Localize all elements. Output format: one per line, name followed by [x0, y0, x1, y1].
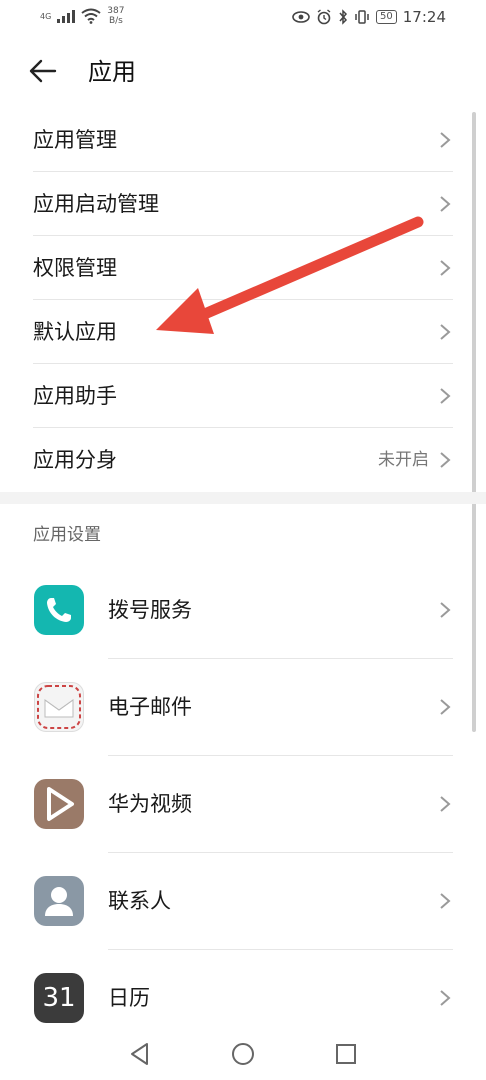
- app-item-label: 电子邮件: [108, 695, 192, 719]
- chevron-right-icon: [440, 324, 451, 340]
- chevron-right-icon: [440, 388, 451, 404]
- menu-item-app-management[interactable]: 应用管理: [33, 108, 453, 172]
- email-icon: [34, 682, 84, 732]
- menu-item-label: 应用分身: [33, 448, 117, 472]
- chevron-right-icon: [440, 796, 451, 812]
- app-item-label: 日历: [108, 986, 150, 1010]
- app-item-label: 华为视频: [108, 792, 192, 816]
- app-item-huawei-video[interactable]: 华为视频: [0, 756, 486, 853]
- wifi-icon: [81, 8, 101, 24]
- vibrate-icon: [355, 10, 369, 24]
- chevron-right-icon: [440, 196, 451, 212]
- app-bar: 应用: [0, 40, 486, 104]
- app-menu-list: 应用管理 应用启动管理 权限管理 默认应用 应用助手 应用分身 未开启: [0, 108, 486, 492]
- menu-item-default-apps[interactable]: 默认应用: [33, 300, 453, 364]
- chevron-right-icon: [440, 893, 451, 909]
- net-speed-value: 387: [107, 6, 125, 16]
- menu-item-label: 应用管理: [33, 128, 117, 152]
- status-bar: 4G 387 B/s 50 17:24: [0, 0, 486, 36]
- bluetooth-icon: [339, 9, 348, 25]
- network-type: 4G: [40, 11, 52, 21]
- menu-item-label: 应用助手: [33, 384, 117, 408]
- app-item-email[interactable]: 电子邮件: [0, 659, 486, 756]
- chevron-right-icon: [440, 260, 451, 276]
- section-divider: [0, 492, 486, 504]
- app-item-label: 拨号服务: [108, 598, 192, 622]
- nav-home-button[interactable]: [229, 1040, 257, 1068]
- chevron-right-icon: [440, 132, 451, 148]
- signal-icon: [57, 9, 76, 23]
- chevron-right-icon: [440, 602, 451, 618]
- status-left: 4G 387 B/s: [40, 6, 124, 26]
- app-item-dialer[interactable]: 拨号服务: [0, 562, 486, 659]
- page-title: 应用: [88, 58, 136, 86]
- menu-item-label: 应用启动管理: [33, 192, 159, 216]
- status-right: 50 17:24: [292, 8, 446, 26]
- menu-item-label: 默认应用: [33, 320, 117, 344]
- system-nav-bar: [0, 1028, 486, 1080]
- section-header: 应用设置: [33, 525, 101, 545]
- app-item-label: 联系人: [108, 889, 171, 913]
- battery-icon: 50: [376, 10, 397, 24]
- menu-item-app-assistant[interactable]: 应用助手: [33, 364, 453, 428]
- nav-recents-button[interactable]: [332, 1040, 360, 1068]
- alarm-icon: [317, 9, 331, 25]
- video-icon: [34, 779, 84, 829]
- menu-item-permission-management[interactable]: 权限管理: [33, 236, 453, 300]
- menu-item-status: 未开启: [378, 450, 429, 470]
- contacts-icon: [34, 876, 84, 926]
- eye-icon: [292, 11, 310, 23]
- chevron-right-icon: [440, 990, 451, 1006]
- net-speed-unit: B/s: [108, 16, 123, 26]
- net-speed: 387 B/s: [107, 6, 124, 26]
- chevron-right-icon: [440, 452, 451, 468]
- clock: 17:24: [402, 8, 446, 26]
- phone-icon: [34, 585, 84, 635]
- back-arrow-icon: [29, 59, 57, 83]
- back-button[interactable]: [28, 54, 68, 90]
- chevron-right-icon: [440, 699, 451, 715]
- app-item-contacts[interactable]: 联系人: [0, 853, 486, 950]
- menu-item-app-twin[interactable]: 应用分身 未开启: [33, 428, 453, 492]
- nav-back-button[interactable]: [126, 1040, 154, 1068]
- menu-item-label: 权限管理: [33, 256, 117, 280]
- menu-item-startup-management[interactable]: 应用启动管理: [33, 172, 453, 236]
- app-settings-list: 拨号服务 电子邮件 华为视频 联系人 31 日历: [0, 562, 486, 1047]
- calendar-icon: 31: [34, 973, 84, 1023]
